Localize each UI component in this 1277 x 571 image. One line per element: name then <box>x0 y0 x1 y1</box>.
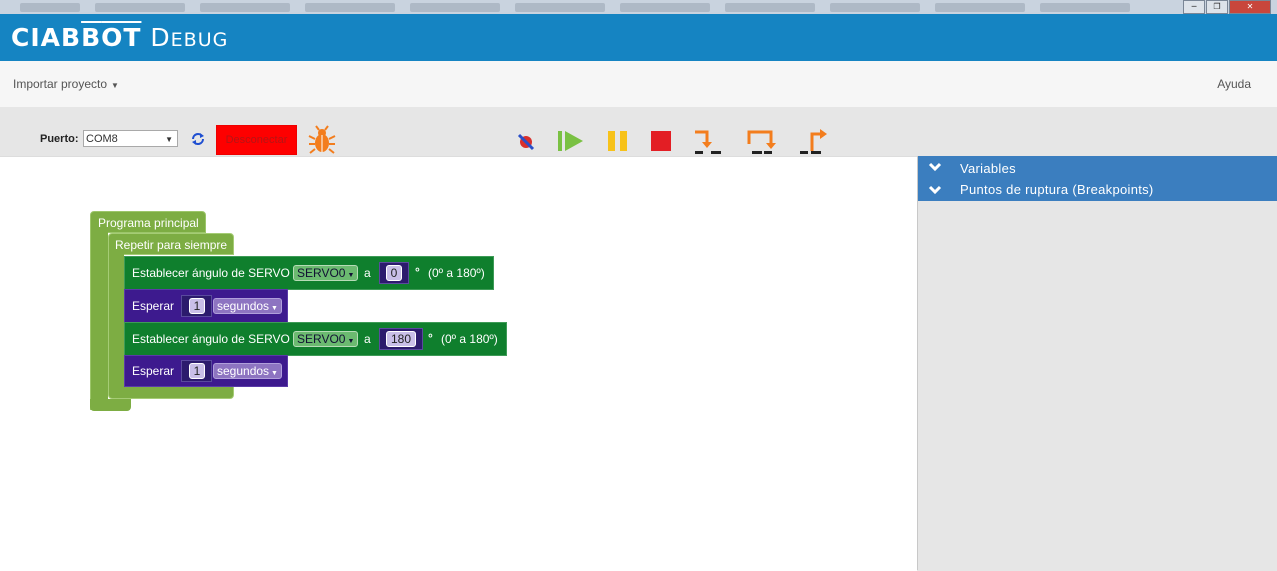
toolbar: Puerto: COM8 ▼ Desconectar <box>0 107 1277 156</box>
clear-breakpoints-icon[interactable] <box>512 127 542 155</box>
disconnect-button[interactable]: Desconectar <box>216 125 297 155</box>
variables-label: Variables <box>960 161 1016 176</box>
close-window-button[interactable]: ✕ <box>1229 0 1271 14</box>
browser-tab[interactable] <box>20 3 80 12</box>
browser-tab[interactable] <box>305 3 395 12</box>
angle-range-label: (0º a 180º) <box>441 332 498 346</box>
window-controls: ─ ❐ ✕ <box>1182 0 1271 14</box>
port-value: COM8 <box>86 133 118 145</box>
debug-side-panel: Variables Puntos de ruptura (Breakpoints… <box>917 156 1277 570</box>
port-select[interactable]: COM8 ▼ <box>83 130 178 147</box>
main-program-foot <box>90 399 131 411</box>
forever-loop-label: Repetir para siempre <box>115 238 228 252</box>
servo-block-label: Establecer ángulo de SERVO <box>132 332 290 346</box>
time-unit-value: segundos <box>217 364 270 378</box>
refresh-icon[interactable] <box>190 131 206 147</box>
servo-a-label: a <box>364 266 371 280</box>
navbar: Importar proyecto ▼ Ayuda <box>0 61 1277 108</box>
stop-icon[interactable] <box>648 127 678 155</box>
step-out-icon[interactable] <box>798 127 828 155</box>
angle-input[interactable]: 0 <box>386 265 402 281</box>
time-unit-select[interactable]: segundos ▼ <box>213 363 282 379</box>
browser-tab[interactable] <box>725 3 815 12</box>
forever-loop-foot <box>108 387 234 399</box>
degree-symbol: ° <box>428 331 433 345</box>
set-servo-angle-block[interactable]: Establecer ángulo de SERVO SERVO0 ▼ a 180… <box>124 322 507 356</box>
browser-tab[interactable] <box>410 3 500 12</box>
logo-text: CIAB <box>11 23 82 52</box>
blockly-workspace[interactable]: Programa principal Repetir para siempre … <box>0 156 917 571</box>
run-icon[interactable] <box>556 127 586 155</box>
logo-debug-initial: D <box>150 23 171 52</box>
pause-icon[interactable] <box>604 127 634 155</box>
degree-symbol: ° <box>415 265 420 279</box>
wait-block-label: Esperar <box>132 299 175 313</box>
angle-range-label: (0º a 180º) <box>428 266 485 280</box>
chevron-down-icon <box>928 162 942 172</box>
angle-input[interactable]: 180 <box>386 331 416 347</box>
servo-select-value: SERVO0 <box>297 266 346 280</box>
time-unit-value: segundos <box>217 299 270 313</box>
step-over-icon[interactable] <box>693 127 723 155</box>
browser-tab[interactable] <box>620 3 710 12</box>
caret-down-icon: ▼ <box>111 81 119 90</box>
forever-loop-arm <box>108 254 124 390</box>
port-label: Puerto: <box>40 133 79 145</box>
wait-block[interactable]: Esperar 1 segundos ▼ <box>124 355 288 387</box>
time-unit-select[interactable]: segundos ▼ <box>213 298 282 314</box>
logo-bot-suffix: OT <box>101 23 142 52</box>
import-project-menu[interactable]: Importar proyecto ▼ <box>13 77 119 91</box>
wait-seconds-input[interactable]: 1 <box>189 298 205 314</box>
app-header: CIABBOT DEBUG <box>0 14 1277 61</box>
browser-tab-strip: ─ ❐ ✕ <box>0 0 1277 14</box>
dropdown-arrow-icon: ▼ <box>165 135 173 144</box>
servo-a-label: a <box>364 332 371 346</box>
browser-tab[interactable] <box>95 3 185 12</box>
logo-debug-rest: EBUG <box>170 29 229 51</box>
restore-button[interactable]: ❐ <box>1206 0 1228 14</box>
variables-accordion[interactable]: Variables <box>918 156 1277 179</box>
browser-tab[interactable] <box>515 3 605 12</box>
breakpoints-accordion[interactable]: Puntos de ruptura (Breakpoints) <box>918 179 1277 201</box>
help-link[interactable]: Ayuda <box>1217 77 1251 91</box>
breakpoints-label: Puntos de ruptura (Breakpoints) <box>960 182 1154 197</box>
step-into-icon[interactable] <box>746 127 776 155</box>
wait-block-label: Esperar <box>132 364 175 378</box>
dropdown-arrow-icon: ▼ <box>347 338 355 345</box>
dropdown-arrow-icon: ▼ <box>271 305 278 312</box>
main-program-arm <box>90 232 108 410</box>
browser-tab[interactable] <box>830 3 920 12</box>
dropdown-arrow-icon: ▼ <box>271 370 278 377</box>
browser-tab[interactable] <box>935 3 1025 12</box>
servo-select-value: SERVO0 <box>297 332 346 346</box>
main-program-label: Programa principal <box>98 216 199 230</box>
forever-loop-block[interactable]: Repetir para siempre <box>108 233 234 255</box>
minimize-button[interactable]: ─ <box>1183 0 1205 14</box>
servo-block-label: Establecer ángulo de SERVO <box>132 266 290 280</box>
main-program-block[interactable]: Programa principal <box>90 211 206 233</box>
set-servo-angle-block[interactable]: Establecer ángulo de SERVO SERVO0 ▼ a 0 °… <box>124 256 494 290</box>
logo-bot-text: BOT <box>81 23 142 52</box>
browser-tab[interactable] <box>200 3 290 12</box>
servo-select[interactable]: SERVO0 ▼ <box>293 331 359 347</box>
chevron-down-icon <box>928 185 942 195</box>
servo-select[interactable]: SERVO0 ▼ <box>293 265 359 281</box>
browser-tab[interactable] <box>1040 3 1130 12</box>
wait-seconds-input[interactable]: 1 <box>189 363 205 379</box>
wait-block[interactable]: Esperar 1 segundos ▼ <box>124 289 288 323</box>
dropdown-arrow-icon: ▼ <box>347 272 355 279</box>
app-logo: CIABBOT DEBUG <box>11 23 228 52</box>
bug-icon[interactable] <box>308 125 336 155</box>
import-project-label: Importar proyecto <box>13 77 108 91</box>
